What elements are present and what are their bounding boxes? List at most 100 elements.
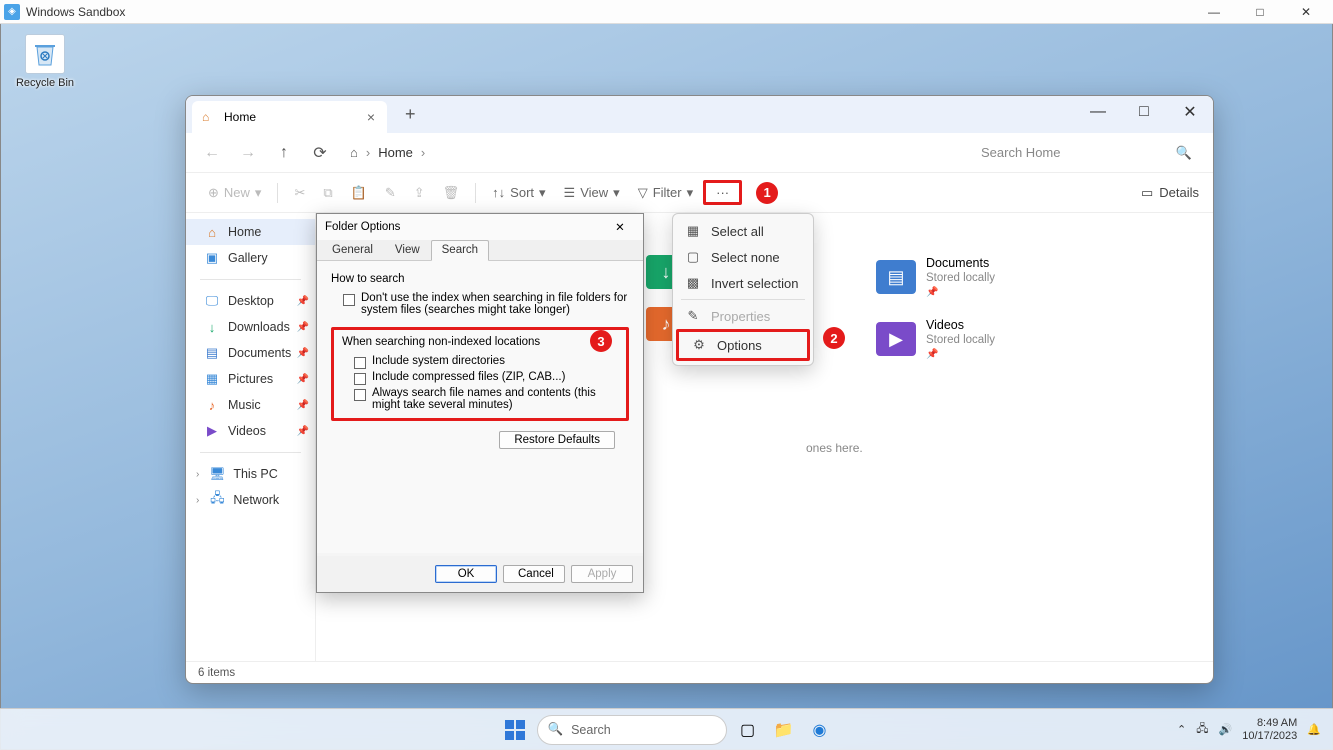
tray-chevron-icon[interactable]: ⌃ [1177,723,1186,736]
copy-button[interactable]: ⧉ [315,181,340,205]
notifications-icon[interactable]: 🔔 [1307,723,1321,736]
window-close-button[interactable]: ✕ [1167,96,1213,128]
new-tab-button[interactable]: + [395,100,426,129]
details-button[interactable]: ▭Details [1141,185,1199,201]
sidebar-item-documents[interactable]: ▤Documents📌 [186,340,315,366]
select-none-icon: ▢ [685,249,701,265]
share-button[interactable]: ⇪ [406,181,433,205]
callout-1: 1 [756,182,778,204]
sidebar-item-home[interactable]: ⌂Home [186,219,315,245]
nav-refresh-button[interactable]: ⟳ [304,137,336,169]
clock[interactable]: 8:49 AM 10/17/2023 [1242,717,1297,742]
checkbox-dont-use-index[interactable]: Don't use the index when searching in fi… [331,291,629,317]
filter-button[interactable]: ▽Filter▾ [630,181,701,205]
search-icon: 🔍 [1176,145,1192,161]
folder-videos[interactable]: ▶ VideosStored locally📌 [876,317,995,361]
nav-up-button[interactable]: ↑ [268,137,300,169]
view-button[interactable]: ☰View▾ [556,181,628,205]
more-button[interactable]: ··· [703,180,742,205]
sandbox-title: Windows Sandbox [26,5,125,19]
properties-icon: ✎ [685,308,701,324]
cancel-button[interactable]: Cancel [503,565,565,583]
sort-button[interactable]: ↑↓Sort▾ [484,181,553,205]
window-maximize-button[interactable]: □ [1121,96,1167,128]
tab-label: Home [224,110,256,124]
status-bar: 6 items [186,661,1213,683]
sidebar-item-gallery[interactable]: ▣Gallery [186,245,315,271]
menu-select-all[interactable]: ▦Select all [673,218,813,244]
restore-defaults-button[interactable]: Restore Defaults [499,431,615,449]
new-button[interactable]: ⊕New▾ [200,181,269,205]
sidebar-item-thispc[interactable]: ›🖥This PC [186,461,315,487]
ok-button[interactable]: OK [435,565,497,583]
more-menu: ▦Select all ▢Select none ▩Invert selecti… [672,213,814,366]
sandbox-titlebar: ◈ Windows Sandbox — □ ✕ [0,0,1333,24]
sidebar-item-pictures[interactable]: ▦Pictures📌 [186,366,315,392]
invert-icon: ▩ [685,275,701,291]
taskbar-search[interactable]: 🔍Search [537,715,727,745]
sandbox-icon: ◈ [4,4,20,20]
select-all-icon: ▦ [685,223,701,239]
search-icon: 🔍 [548,722,564,737]
documents-icon: ▤ [876,260,916,294]
highlight-box-3: 3 When searching non-indexed locations I… [331,327,629,421]
sidebar: ⌂Home ▣Gallery 🖵Desktop📌 ↓Downloads📌 ▤Do… [186,213,316,661]
breadcrumb-label[interactable]: Home [378,145,413,160]
search-placeholder: Search Home [981,145,1060,160]
cut-button[interactable]: ✂ [286,181,313,205]
window-minimize-button[interactable]: — [1075,96,1121,128]
tab-general[interactable]: General [321,240,384,260]
chevron-right-icon: › [421,145,425,160]
chevron-right-icon: › [366,145,370,160]
rename-button[interactable]: ✎ [377,181,404,205]
group-how-to-search: How to search [331,273,629,285]
folder-documents[interactable]: ▤ DocumentsStored locally📌 [876,255,995,299]
nav-forward-button[interactable]: → [232,137,264,169]
sidebar-item-videos[interactable]: ▶Videos📌 [186,418,315,444]
videos-icon: ▶ [876,322,916,356]
recycle-bin-label: Recycle Bin [10,77,80,89]
volume-icon[interactable]: 🔊 [1219,723,1233,736]
explorer-taskbar-icon[interactable]: 📁 [769,715,799,745]
tab-search[interactable]: Search [431,240,489,261]
dialog-title: Folder Options [325,221,400,233]
menu-options[interactable]: ⚙Options [679,332,807,358]
edge-taskbar-icon[interactable]: ◉ [805,715,835,745]
sidebar-item-network[interactable]: ›🖧Network [186,487,315,513]
tab-close-button[interactable]: × [365,109,377,125]
menu-properties: ✎Properties [673,303,813,329]
gear-icon: ⚙ [691,337,707,353]
menu-select-none[interactable]: ▢Select none [673,244,813,270]
breadcrumb-home-icon[interactable]: ⌂ [350,145,358,160]
dialog-close-button[interactable]: ✕ [605,220,635,234]
nav-back-button[interactable]: ← [196,137,228,169]
checkbox-always-search[interactable]: Always search file names and contents (t… [342,386,618,412]
sidebar-item-downloads[interactable]: ↓Downloads📌 [186,314,315,340]
group-non-indexed: When searching non-indexed locations [342,336,618,348]
apply-button[interactable]: Apply [571,565,633,583]
sidebar-item-desktop[interactable]: 🖵Desktop📌 [186,288,315,314]
home-icon: ⌂ [202,110,216,124]
search-input[interactable]: Search Home 🔍 [970,138,1203,168]
close-button[interactable]: ✕ [1283,0,1329,24]
menu-invert-selection[interactable]: ▩Invert selection [673,270,813,296]
network-icon[interactable]: 🖧 [1196,720,1208,739]
checkbox-compressed[interactable]: Include compressed files (ZIP, CAB...) [342,370,618,386]
tab-home[interactable]: ⌂ Home × [192,101,387,133]
sidebar-item-music[interactable]: ♪Music📌 [186,392,315,418]
minimize-button[interactable]: — [1191,0,1237,24]
callout-3: 3 [590,330,612,352]
paste-button[interactable]: 📋 [343,181,375,205]
callout-2: 2 [823,327,845,349]
checkbox-system-dirs[interactable]: Include system directories [342,354,618,370]
checkbox-icon [343,294,355,306]
taskbar: 🔍Search ▢ 📁 ◉ ⌃ 🖧 🔊 8:49 AM 10/17/2023 🔔 [0,708,1333,750]
taskview-button[interactable]: ▢ [733,715,763,745]
recycle-bin-icon[interactable]: Recycle Bin [10,34,80,89]
start-button[interactable] [499,714,531,746]
delete-button[interactable]: 🗑 [435,181,468,205]
empty-hint: ones here. [806,441,863,455]
tab-view[interactable]: View [384,240,431,260]
maximize-button[interactable]: □ [1237,0,1283,24]
folder-options-dialog: Folder Options ✕ General View Search How… [316,213,644,593]
